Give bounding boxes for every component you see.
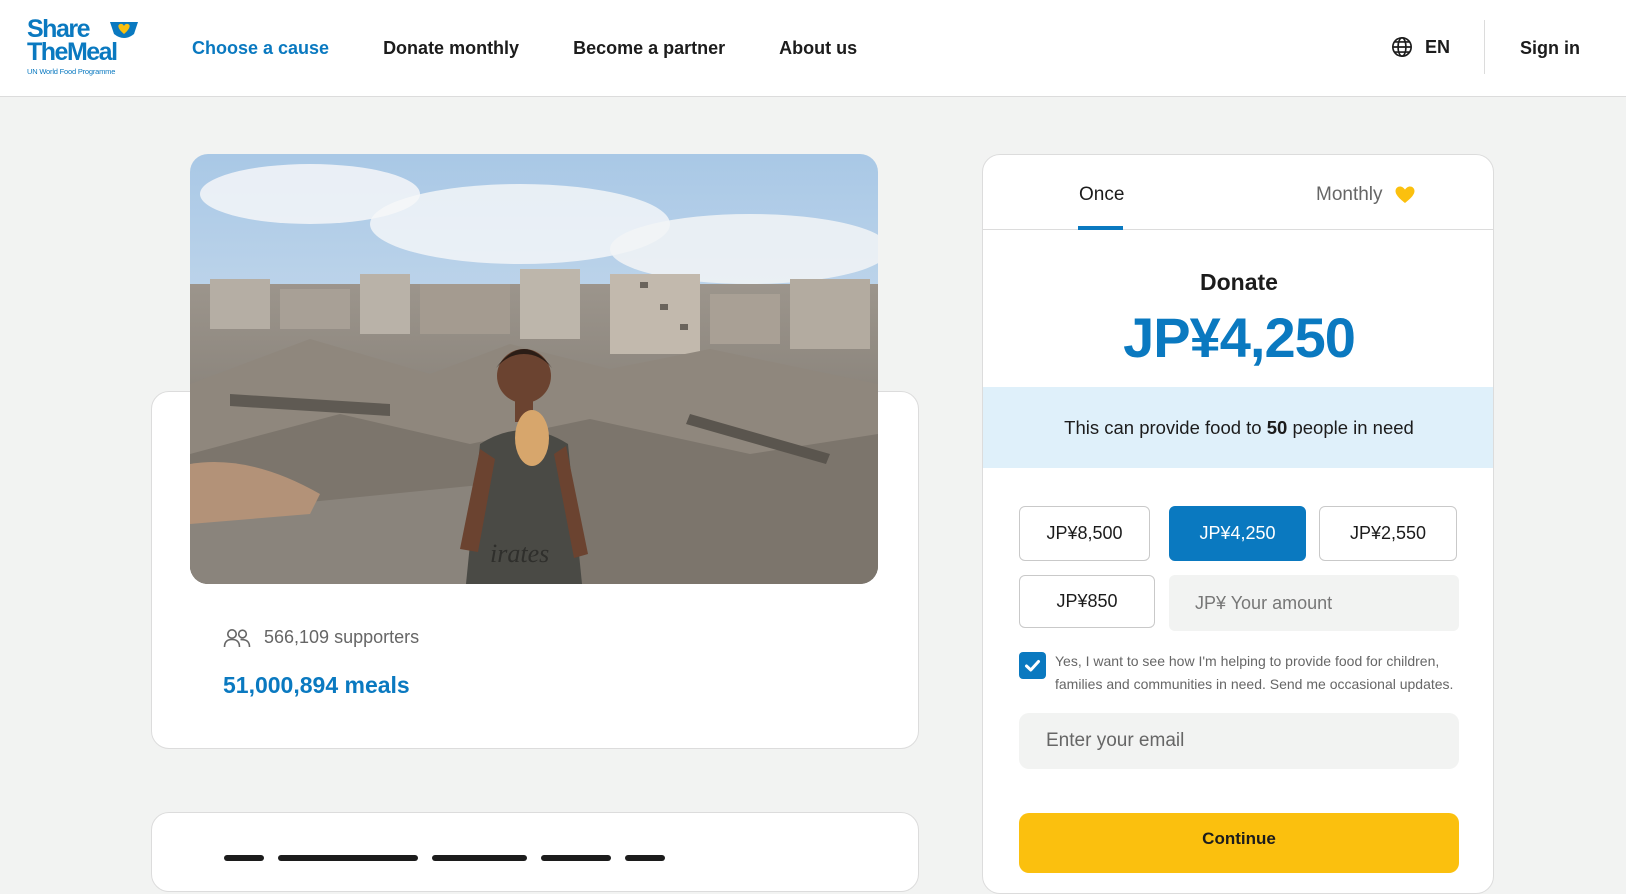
meals-count: 51,000,894 meals bbox=[223, 672, 410, 698]
sign-in-link[interactable]: Sign in bbox=[1520, 35, 1580, 61]
consent-checkbox[interactable] bbox=[1019, 652, 1046, 679]
main-nav: Choose a cause Donate monthly Become a p… bbox=[192, 35, 911, 61]
nav-about-us[interactable]: About us bbox=[779, 35, 857, 61]
logo-tagline: UN World Food Programme bbox=[27, 67, 116, 76]
donate-amount-display: JP¥4,250 bbox=[1123, 306, 1356, 369]
supporters-label: 566,109 supporters bbox=[264, 627, 420, 647]
supporters-count: 566,109 supporters bbox=[223, 627, 419, 648]
bowl-heart-icon bbox=[110, 22, 138, 38]
checkmark-icon bbox=[1025, 660, 1040, 672]
amount-option-4250[interactable]: JP¥4,250 bbox=[1169, 506, 1306, 561]
nav-donate-monthly[interactable]: Donate monthly bbox=[383, 35, 519, 61]
svg-text:irates: irates bbox=[490, 539, 549, 568]
amount-option-850[interactable]: JP¥850 bbox=[1019, 575, 1155, 628]
donation-frequency-tabs: Once Monthly bbox=[983, 155, 1493, 230]
language-label: EN bbox=[1425, 36, 1451, 57]
tab-monthly[interactable]: Monthly bbox=[1316, 183, 1415, 207]
sharethemeal-logo[interactable]: Share TheMeal UN World Food Programme bbox=[27, 17, 138, 78]
impact-count: 50 bbox=[1266, 417, 1288, 438]
nav-choose-a-cause[interactable]: Choose a cause bbox=[192, 35, 329, 61]
language-selector[interactable]: EN bbox=[1391, 36, 1450, 58]
nav-become-a-partner[interactable]: Become a partner bbox=[573, 35, 725, 61]
consent-label: Yes, I want to see how I'm helping to pr… bbox=[1055, 653, 1454, 692]
cause-hero-image: irates bbox=[190, 154, 878, 584]
impact-prefix: This can provide food to bbox=[1064, 417, 1267, 438]
impact-suffix: people in need bbox=[1287, 417, 1414, 438]
donation-card: Once Monthly Donate JP¥4,250 This can pr… bbox=[982, 154, 1494, 894]
custom-amount-input[interactable]: JP¥ Your amount bbox=[1169, 575, 1459, 631]
hero-photo: irates bbox=[190, 154, 878, 584]
donate-heading: Donate bbox=[1200, 269, 1278, 295]
tab-monthly-label: Monthly bbox=[1316, 184, 1383, 205]
story-heading-peek bbox=[224, 855, 679, 861]
heart-icon bbox=[1395, 186, 1415, 203]
email-input[interactable]: Enter your email bbox=[1019, 713, 1459, 769]
site-header: Share TheMeal UN World Food Programme Ch… bbox=[0, 0, 1626, 97]
logo-line2: TheMeal bbox=[27, 38, 118, 66]
cause-story-card bbox=[151, 812, 919, 892]
active-tab-indicator bbox=[1078, 226, 1123, 230]
people-icon bbox=[223, 628, 251, 647]
amount-option-2550[interactable]: JP¥2,550 bbox=[1319, 506, 1457, 561]
impact-message: This can provide food to 50 people in ne… bbox=[983, 387, 1493, 468]
tab-once[interactable]: Once bbox=[1079, 183, 1124, 207]
globe-icon bbox=[1392, 37, 1412, 57]
continue-button[interactable]: Continue bbox=[1019, 813, 1459, 873]
amount-option-8500[interactable]: JP¥8,500 bbox=[1019, 506, 1150, 561]
header-divider bbox=[1484, 20, 1485, 74]
